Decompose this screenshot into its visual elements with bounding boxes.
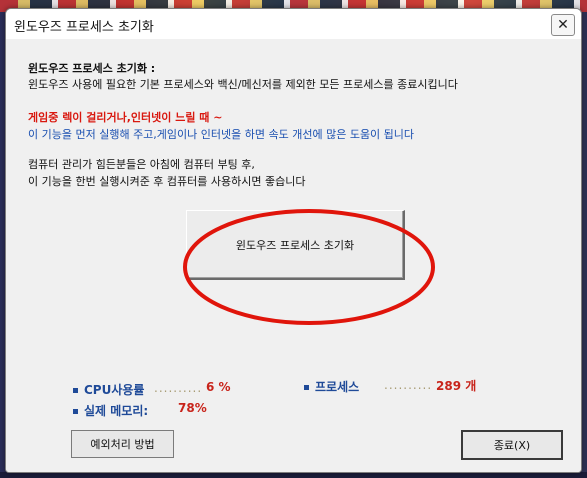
memory-usage-value: 78% [178, 401, 207, 415]
process-count-stat: 프로세스 [304, 378, 359, 395]
reset-processes-button[interactable]: 윈도우즈 프로세스 초기화 [186, 210, 405, 280]
bullet-icon [73, 409, 78, 414]
cpu-usage-value: 6 % [206, 380, 231, 394]
tip-advice: 이 기능을 먼저 실행해 주고,게임이나 인터넷을 하면 속도 개선에 많은 도… [28, 128, 415, 141]
cpu-usage-label: CPU사용률 [84, 383, 145, 397]
dialog-window: 윈도우즈 프로세스 초기화 ✕ 윈도우즈 프로세스 초기화 : 윈도우즈 사용에… [5, 8, 582, 473]
memory-usage-stat: 실제 메모리: [73, 402, 148, 419]
dialog-body: 윈도우즈 프로세스 초기화 : 윈도우즈 사용에 필요한 기본 프로세스와 백신… [6, 39, 581, 472]
intro-heading: 윈도우즈 프로세스 초기화 : [28, 62, 156, 75]
cpu-usage-stat: CPU사용률 [73, 381, 144, 398]
exception-method-label: 예외처리 방법 [90, 438, 155, 451]
tip-warning: 게임중 렉이 걸리거나,인터넷이 느릴 때 ~ [28, 111, 223, 124]
cpu-usage-dots: .......... [154, 381, 203, 395]
window-title: 윈도우즈 프로세스 초기화 [14, 20, 154, 35]
intro-description: 윈도우즈 사용에 필요한 기본 프로세스와 백신/메신저를 제외한 모든 프로세… [28, 78, 458, 91]
exit-label: 종료(X) [493, 439, 531, 452]
process-count-label: 프로세스 [315, 380, 360, 394]
process-count-value: 289 개 [436, 379, 477, 393]
memory-usage-label: 실제 메모리: [84, 404, 149, 418]
exit-button[interactable]: 종료(X) [461, 430, 563, 460]
close-icon: ✕ [557, 17, 569, 33]
close-button[interactable]: ✕ [551, 14, 575, 36]
note-line-1: 컴퓨터 관리가 힘든분들은 아침에 컴퓨터 부팅 후, [28, 158, 255, 171]
bullet-icon [304, 385, 309, 390]
bullet-icon [73, 388, 78, 393]
note-line-2: 이 기능을 한번 실행시켜준 후 컴퓨터를 사용하시면 좋습니다 [28, 175, 306, 188]
process-count-dots: .......... [384, 378, 433, 392]
exception-method-button[interactable]: 예외처리 방법 [71, 430, 174, 458]
title-bar[interactable]: 윈도우즈 프로세스 초기화 ✕ [6, 9, 581, 39]
reset-processes-label: 윈도우즈 프로세스 초기화 [235, 238, 355, 252]
